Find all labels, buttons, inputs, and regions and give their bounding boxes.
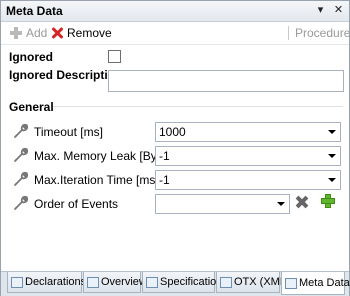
meta-data-panel: Meta Data ▾ ✕ Add Remove Procedure Ignor… [0, 0, 350, 296]
tab-bar: Declarations Overview Specification OTX … [1, 271, 350, 296]
procedure-label: Procedure [295, 26, 350, 40]
ignored-label: Ignored [9, 50, 53, 64]
delete-event-icon[interactable] [295, 195, 309, 209]
meta-data-icon [285, 277, 297, 289]
tab-meta-data[interactable]: Meta Data [281, 272, 350, 295]
ignored-description-label: Ignored Description [9, 68, 123, 82]
ignored-checkbox[interactable] [108, 50, 121, 63]
add-event-icon[interactable] [321, 194, 335, 208]
tab-label: Overview [101, 276, 147, 288]
remove-label: Remove [67, 26, 112, 40]
panel-titlebar: Meta Data ▾ ✕ [1, 1, 349, 22]
general-section-label: General [9, 100, 54, 114]
specification-icon [146, 276, 158, 288]
toolbar-separator [288, 26, 289, 40]
chevron-down-icon[interactable] [328, 154, 336, 158]
close-button[interactable]: ✕ [332, 4, 345, 17]
wrench-icon [14, 123, 29, 138]
order-of-events-combobox[interactable] [155, 194, 290, 214]
order-of-events-label: Order of Events [34, 197, 119, 211]
max-iteration-label: Max.Iteration Time [ms] [34, 173, 159, 187]
chevron-down-icon[interactable] [328, 178, 336, 182]
procedure-button[interactable]: Procedure [295, 25, 350, 41]
xml-icon [220, 276, 232, 288]
section-divider [53, 106, 343, 107]
remove-icon [50, 26, 64, 40]
tab-label: Declarations [25, 276, 87, 288]
max-memory-value: -1 [159, 149, 170, 163]
wrench-icon [14, 147, 29, 162]
remove-button[interactable]: Remove [50, 25, 112, 41]
pin-button[interactable]: ▾ [314, 4, 327, 17]
toolbar: Add Remove Procedure [1, 22, 350, 45]
timeout-label: Timeout [ms] [34, 125, 103, 139]
max-memory-combobox[interactable]: -1 [155, 146, 341, 166]
wrench-icon [14, 171, 29, 186]
tab-overview[interactable]: Overview [83, 272, 147, 293]
tab-specification[interactable]: Specification [142, 272, 222, 293]
timeout-value: 1000 [159, 125, 186, 139]
tab-label: Specification [160, 276, 223, 288]
add-label: Add [26, 26, 48, 40]
timeout-combobox[interactable]: 1000 [155, 122, 341, 142]
tab-label: Meta Data [299, 277, 350, 289]
chevron-down-icon[interactable] [277, 202, 285, 206]
ignored-description-field[interactable] [108, 70, 344, 92]
panel-title: Meta Data [6, 4, 63, 18]
chevron-down-icon[interactable] [328, 130, 336, 134]
wrench-icon [14, 195, 29, 210]
max-iteration-value: -1 [159, 173, 170, 187]
tab-otx-xml[interactable]: OTX (XML) [216, 272, 290, 293]
declarations-icon [11, 276, 23, 288]
add-button[interactable]: Add [9, 25, 47, 41]
plus-icon [9, 26, 23, 40]
overview-icon [87, 276, 99, 288]
tab-declarations[interactable]: Declarations [7, 272, 86, 293]
max-iteration-combobox[interactable]: -1 [155, 170, 341, 190]
